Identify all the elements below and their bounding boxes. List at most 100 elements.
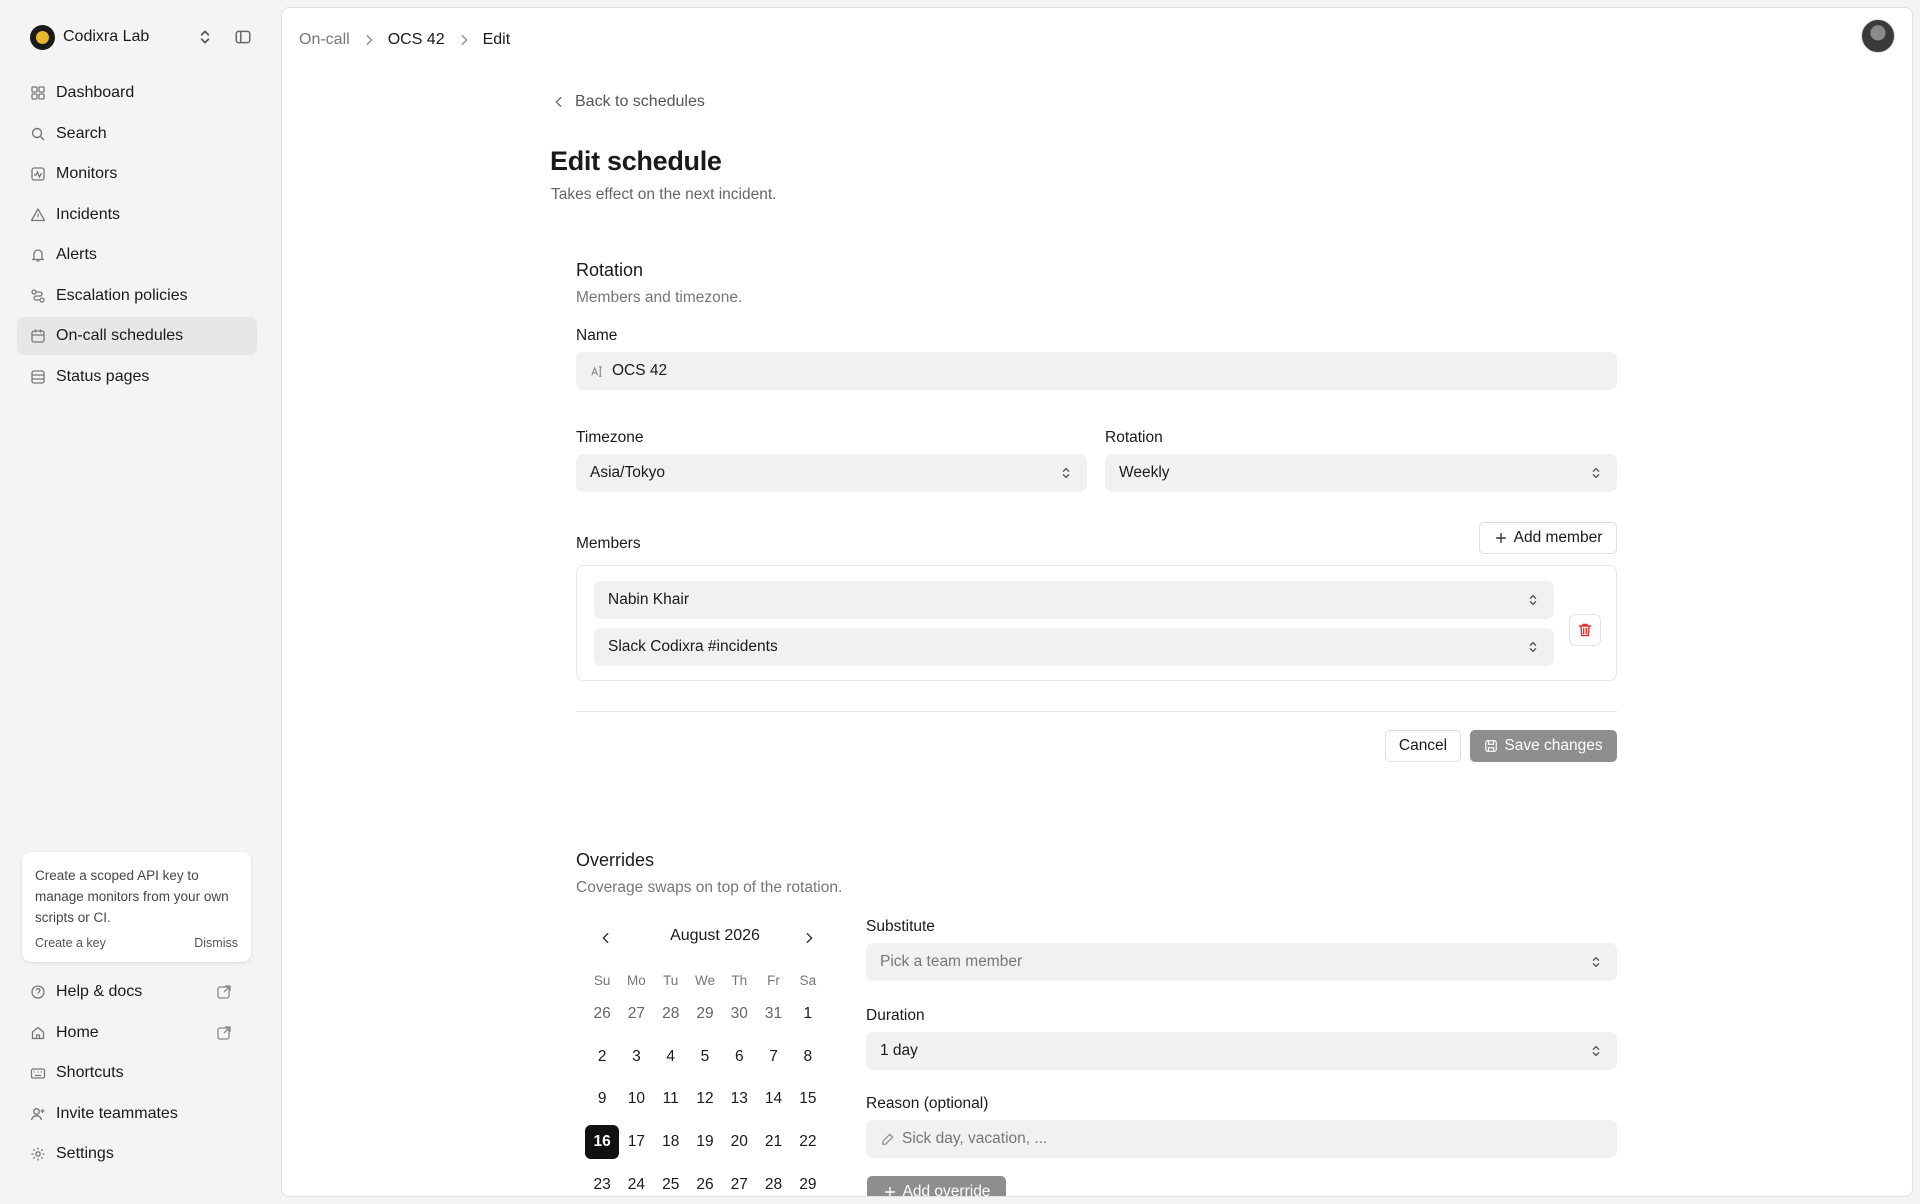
calendar-day-selected[interactable]: 16	[585, 1125, 620, 1160]
dismiss-link[interactable]: Dismiss	[194, 936, 238, 950]
chevron-right-icon	[806, 932, 813, 944]
substitute-placeholder: Pick a team member	[880, 953, 1023, 970]
calendar-day[interactable]: 30	[722, 997, 756, 1031]
name-value: OCS 42	[612, 362, 668, 379]
save-icon	[1485, 740, 1498, 752]
nav-label: Settings	[56, 1145, 114, 1162]
timezone-select[interactable]: Asia/Tokyo	[576, 454, 1087, 492]
member-channel-select[interactable]: Slack Codixra #incidents	[594, 628, 1554, 666]
calendar-day[interactable]: 10	[619, 1082, 653, 1116]
calendar-day[interactable]: 26	[585, 997, 619, 1031]
nav-label: Status pages	[56, 367, 150, 385]
calendar-day[interactable]: 28	[654, 997, 688, 1031]
duration-select[interactable]: 1 day	[866, 1032, 1617, 1070]
nav-label: Dashboard	[56, 84, 135, 101]
calendar-day[interactable]: 18	[654, 1125, 688, 1159]
member-name: Nabin Khair	[608, 591, 689, 608]
nav-item-home[interactable]: Home	[17, 1014, 257, 1052]
calendar-day[interactable]: 5	[688, 1040, 722, 1074]
workspace-name: Codixra Lab	[63, 28, 150, 45]
calendar-day[interactable]: 24	[619, 1168, 653, 1196]
nav-item-help-docs[interactable]: Help & docs	[17, 973, 257, 1011]
name-input[interactable]: OCS 42	[576, 352, 1617, 390]
calendar-day[interactable]: 12	[688, 1082, 722, 1116]
calendar-day[interactable]: 14	[756, 1082, 790, 1116]
member-user-select[interactable]: Nabin Khair	[594, 581, 1554, 619]
members-label: Members	[576, 535, 641, 552]
nav-item-settings[interactable]: Settings	[17, 1135, 257, 1173]
workspace-switcher[interactable]: Codixra Lab	[30, 24, 252, 50]
back-to-schedules-link[interactable]: Back to schedules	[552, 93, 705, 111]
nav-item-search[interactable]: Search	[17, 115, 257, 153]
calendar-day[interactable]: 27	[619, 997, 653, 1031]
calendar-day[interactable]: 29	[688, 997, 722, 1031]
calendar-day[interactable]: 25	[654, 1168, 688, 1196]
calendar-day[interactable]: 26	[688, 1168, 722, 1196]
reason-placeholder: Sick day, vacation, ...	[902, 1130, 1048, 1147]
nav-item-on-call-schedules[interactable]: On-call schedules	[17, 317, 257, 355]
reason-label: Reason (optional)	[866, 1095, 989, 1112]
add-member-button[interactable]: Add member	[1479, 522, 1617, 554]
nav-item-invite-teammates[interactable]: Invite teammates	[17, 1095, 257, 1133]
calendar-grid: Su Mo Tu We Th Fr Sa 26 27 28 29 30 31 1 2 3 4 5 6 7…	[585, 973, 825, 1196]
calendar-day[interactable]: 11	[654, 1082, 688, 1116]
trash-icon	[1578, 623, 1592, 637]
calendar-icon	[31, 329, 45, 343]
calendar-prev-button[interactable]	[595, 927, 617, 949]
calendar-day[interactable]: 21	[756, 1125, 790, 1159]
nav-item-alerts[interactable]: Alerts	[17, 236, 257, 274]
calendar-day[interactable]: 3	[619, 1040, 653, 1074]
calendar-day[interactable]: 4	[654, 1040, 688, 1074]
nav-item-monitors[interactable]: Monitors	[17, 155, 257, 193]
calendar-day[interactable]: 13	[722, 1082, 756, 1116]
calendar-week-row: 9 10 11 12 13 14 15	[585, 1082, 825, 1125]
weekday-label: Fr	[767, 973, 780, 988]
calendar-day[interactable]: 1	[791, 997, 825, 1031]
calendar-day[interactable]: 17	[619, 1125, 653, 1159]
rotation-select[interactable]: Weekly	[1105, 454, 1617, 492]
pencil-icon	[882, 1133, 894, 1145]
calendar-day[interactable]: 28	[756, 1168, 790, 1196]
save-changes-button[interactable]: Save changes	[1470, 730, 1617, 762]
nav-label: Monitors	[56, 165, 118, 182]
calendar-day[interactable]: 29	[791, 1168, 825, 1196]
external-link-icon	[217, 1025, 231, 1040]
remove-member-button[interactable]	[1569, 614, 1601, 646]
calendar-day[interactable]: 27	[722, 1168, 756, 1196]
calendar-day[interactable]: 15	[791, 1082, 825, 1116]
calendar-day[interactable]: 2	[585, 1040, 619, 1074]
save-changes-label: Save changes	[1504, 737, 1603, 754]
nav-item-dashboard[interactable]: Dashboard	[17, 74, 257, 112]
status-page-icon	[31, 369, 45, 384]
add-override-button[interactable]: Add override	[867, 1176, 1006, 1196]
cancel-button[interactable]: Cancel	[1385, 730, 1461, 762]
add-member-label: Add member	[1513, 529, 1603, 546]
nav-label: Shortcuts	[56, 1064, 124, 1081]
gear-icon	[31, 1147, 45, 1161]
calendar-day[interactable]: 7	[756, 1040, 790, 1074]
calendar-day[interactable]: 20	[722, 1125, 756, 1159]
calendar-day[interactable]: 23	[585, 1168, 619, 1196]
reason-input[interactable]: Sick day, vacation, ...	[866, 1120, 1617, 1158]
calendar-day[interactable]: 19	[688, 1125, 722, 1159]
calendar-day[interactable]: 22	[791, 1125, 825, 1159]
nav-item-escalation-policies[interactable]: Escalation policies	[17, 277, 257, 315]
calendar-week-row: 16 17 18 19 20 21 22	[585, 1125, 825, 1168]
nav-item-incidents[interactable]: Incidents	[17, 196, 257, 234]
create-key-link[interactable]: Create a key	[35, 936, 106, 950]
nav-item-status-pages[interactable]: Status pages	[17, 358, 257, 396]
nav-item-shortcuts[interactable]: Shortcuts	[17, 1054, 257, 1092]
weekday-label: We	[694, 973, 715, 988]
keyboard-icon	[30, 1068, 46, 1079]
calendar-day[interactable]: 8	[791, 1040, 825, 1074]
calendar-day[interactable]: 6	[722, 1040, 756, 1074]
overrides-section-title: Overrides	[576, 850, 655, 870]
timezone-label: Timezone	[576, 429, 644, 446]
user-plus-icon	[30, 1107, 45, 1120]
secondary-nav: Help & docs Home Shortcuts Invite teamma…	[17, 973, 257, 1176]
substitute-select[interactable]: Pick a team member	[866, 943, 1617, 981]
calendar-day[interactable]: 31	[756, 997, 790, 1031]
sidebar-toggle-icon[interactable]	[234, 28, 252, 46]
calendar-day[interactable]: 9	[585, 1082, 619, 1116]
calendar-next-button[interactable]	[798, 927, 820, 949]
